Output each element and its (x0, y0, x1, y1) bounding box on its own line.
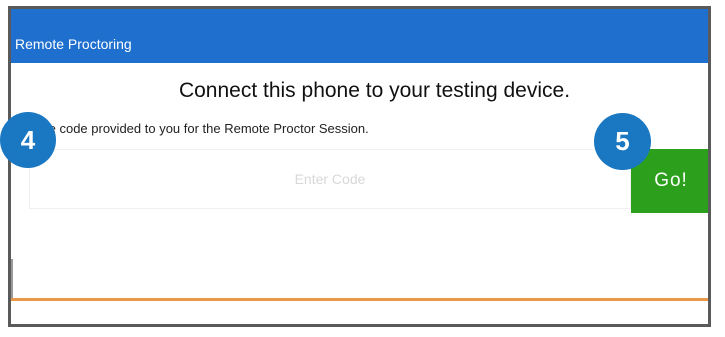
app-title: Remote Proctoring (15, 36, 132, 52)
step-4-badge: 4 (0, 112, 56, 168)
app-header: Remote Proctoring (11, 9, 708, 63)
step-5-badge: 5 (594, 113, 651, 170)
edge-marker (11, 259, 13, 299)
instructions-text: ter the code provided to you for the Rem… (19, 121, 369, 136)
page-heading: Connect this phone to your testing devic… (178, 79, 571, 102)
app-window: Remote Proctoring Connect this phone to … (8, 6, 711, 327)
code-input[interactable] (29, 149, 631, 209)
divider (11, 298, 708, 301)
